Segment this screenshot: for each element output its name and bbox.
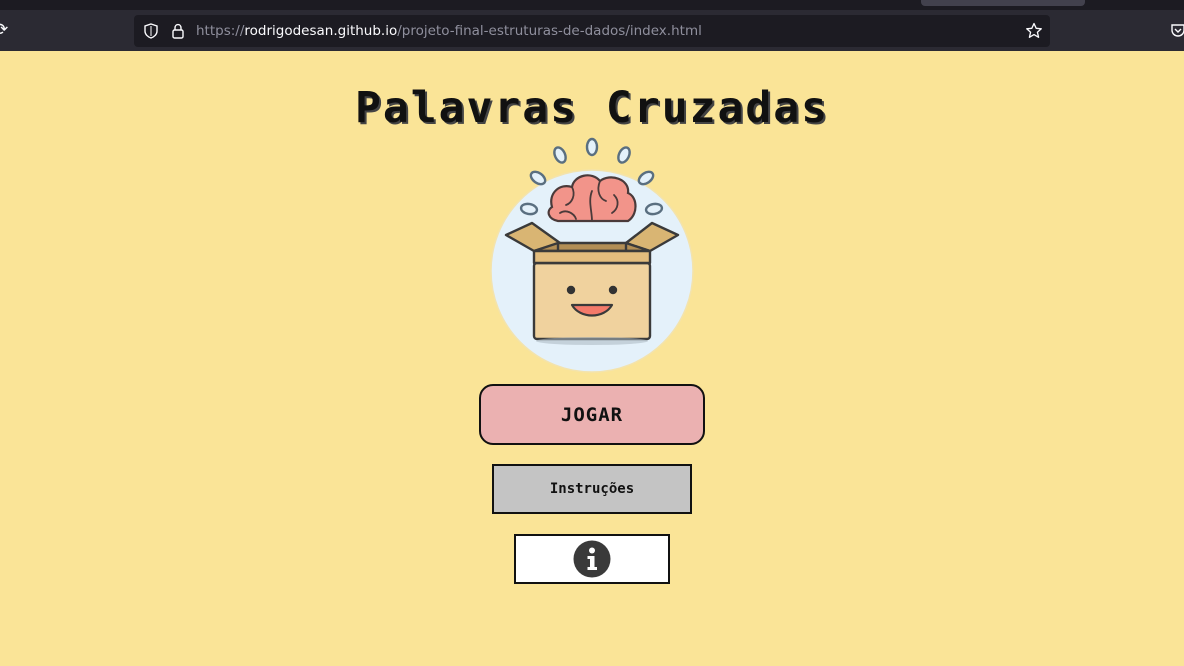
shield-icon[interactable] xyxy=(143,23,159,39)
url-text[interactable]: https://rodrigodesan.github.io/projeto-f… xyxy=(196,23,702,39)
browser-tab-strip xyxy=(0,0,1184,10)
browser-tab[interactable] xyxy=(921,0,1085,6)
page-content: Palavras Cruzadas JOGAR Instruções xyxy=(0,51,1184,666)
url-host: rodrigodesan.github.io xyxy=(244,23,398,39)
instructions-button[interactable]: Instruções xyxy=(492,464,692,514)
bookmark-star-icon[interactable] xyxy=(1025,22,1043,40)
info-button[interactable] xyxy=(514,534,670,584)
brain-box-logo xyxy=(488,135,696,375)
pocket-icon[interactable] xyxy=(1170,22,1184,38)
info-icon xyxy=(573,540,611,578)
lock-icon[interactable] xyxy=(170,23,186,39)
reload-icon[interactable]: ⟳ xyxy=(0,21,12,39)
play-button[interactable]: JOGAR xyxy=(479,384,705,445)
browser-toolbar: ⟳ https://rodrigodesan.github.io/projeto… xyxy=(0,10,1184,51)
address-bar[interactable]: https://rodrigodesan.github.io/projeto-f… xyxy=(134,15,1050,47)
url-path: /projeto-final-estruturas-de-dados/index… xyxy=(397,23,702,39)
page-title: Palavras Cruzadas xyxy=(354,83,830,133)
url-scheme: https:// xyxy=(196,23,245,39)
